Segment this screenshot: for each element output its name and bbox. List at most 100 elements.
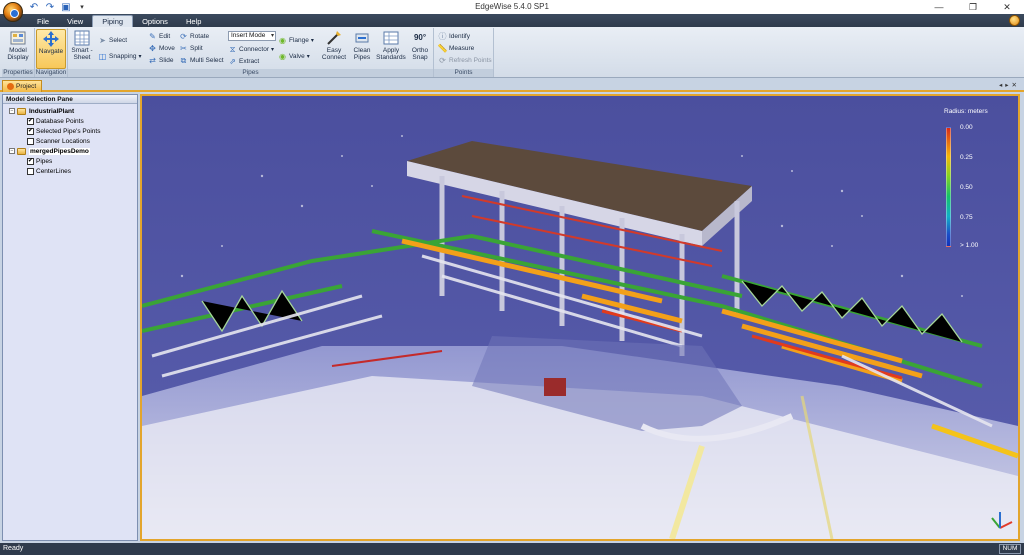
tree-item-pipes[interactable]: ✔ Pipes [3,156,137,166]
checkbox-pipes[interactable]: ✔ [27,157,34,165]
folder-icon [17,147,26,155]
select-button[interactable]: ➤ Select [98,35,127,46]
project-icon [7,83,14,90]
ortho-snap-icon: 90° [413,33,427,42]
tab-project[interactable]: Project [2,80,43,92]
document-tab-strip: Project ◂▸✕ [0,78,1024,92]
tree-node-industrialplant[interactable]: − IndustrialPlant [3,106,137,116]
collapse-icon[interactable]: − [9,148,15,154]
help-icon[interactable] [1009,15,1020,26]
pane-title: Model Selection Pane [3,95,137,104]
measure-button[interactable]: 📏 Measure [437,43,475,54]
clean-pipes-icon [353,29,371,46]
status-bar: Ready NUM [0,543,1024,555]
legend-tick: 0.00 [960,124,973,131]
tab-help[interactable]: Help [177,15,210,27]
axis-triad-icon [991,512,1013,529]
smart-sheet-button[interactable]: Smart - Sheet [69,29,95,69]
slide-icon: ⇄ [149,56,156,65]
split-icon: ✂ [180,44,187,53]
close-icon[interactable]: ✕ [990,0,1024,14]
tree-item-centerlines[interactable]: CenterLines [3,166,137,176]
move-icon: ✥ [149,44,156,53]
ortho-snap-button[interactable]: 90° Ortho Snap [407,29,433,69]
group-label-pipes: Pipes [68,69,433,77]
group-points: ⓘ Identify 📏 Measure ⟳ Refresh Points Po… [434,28,494,77]
legend-tick: 0.25 [960,154,973,161]
checkbox-selected-pipes-points[interactable]: ✔ [27,127,34,135]
legend-tick: 0.50 [960,184,973,191]
group-navigation: Navgate Navigation [35,28,68,77]
tab-view[interactable]: View [58,15,92,27]
checkbox-scanner-locations[interactable] [27,137,34,145]
undo-icon[interactable]: ↶ [28,1,40,13]
num-lock-indicator: NUM [999,544,1021,554]
tab-file[interactable]: File [28,15,58,27]
navigate-button[interactable]: Navgate [36,29,66,69]
save-icon[interactable]: ▣ [60,1,72,13]
tab-piping[interactable]: Piping [92,15,134,27]
identify-button[interactable]: ⓘ Identify [438,31,470,42]
menu-tabs: File View Piping Options Help [0,14,1024,27]
group-pipes: Smart - Sheet ➤ Select ◫ Snapping ▾ ✎ Ed… [68,28,434,77]
refresh-points-button[interactable]: ⟳ Refresh Points [438,55,492,66]
folder-icon [17,107,26,115]
easy-connect-button[interactable]: Easy Connect [320,29,348,69]
snapping-icon: ◫ [98,52,107,61]
dropdown-arrow-icon: ▾ [271,47,275,53]
restore-icon[interactable]: ❐ [956,0,990,14]
rotate-icon: ⟳ [180,32,187,41]
identify-icon: ⓘ [438,32,447,41]
slide-button[interactable]: ⇄ Slide [148,55,173,66]
tree-node-mergedpipesdemo[interactable]: − mergedPipesDemo [3,146,137,156]
minimize-icon[interactable]: — [922,0,956,14]
edit-button[interactable]: ✎ Edit [148,31,170,42]
rotate-button[interactable]: ⟳ Rotate [179,31,209,42]
tab-options[interactable]: Options [133,15,177,27]
radius-legend: Radius: meters 0.00 0.25 0.50 0.75 > 1.0… [932,108,1012,249]
dropdown-arrow-icon: ▾ [138,54,142,60]
model-display-icon [9,29,27,46]
apply-standards-button[interactable]: Apply Standards [376,29,406,69]
connector-icon: ⧖ [229,44,236,54]
window-controls: — ❐ ✕ [922,0,1024,14]
insert-mode-select[interactable]: Insert Mode [228,31,276,41]
group-label-properties: Properties [2,69,34,77]
flange-button[interactable]: ◉ Flange ▾ [278,35,314,46]
multi-select-icon: ⧉ [180,55,187,65]
valve-button[interactable]: ◉ Valve ▾ [278,51,310,62]
window-title: EdgeWise 5.4.0 SP1 [475,2,549,11]
quick-access-toolbar: ↶ ↷ ▣ ▾ [28,1,88,13]
measure-ruler-icon: 📏 [437,44,448,53]
spreadsheet-icon [73,29,91,46]
tree-item-scanner-locations[interactable]: Scanner Locations [3,136,137,146]
flange-icon: ◉ [279,36,286,45]
clean-pipes-button[interactable]: Clean Pipes [349,29,375,69]
red-machine [544,378,566,396]
connector-button[interactable]: ⧖ Connector ▾ [228,44,274,55]
3d-viewport[interactable]: Radius: meters 0.00 0.25 0.50 0.75 > 1.0… [140,94,1020,541]
tab-strip-controls[interactable]: ◂▸✕ [999,81,1020,89]
checkbox-database-points[interactable]: ✔ [27,117,34,125]
move-button[interactable]: ✥ Move [148,43,175,54]
select-cursor-icon: ➤ [99,36,106,45]
dropdown-arrow-icon: ▾ [306,54,310,60]
multi-select-button[interactable]: ⧉ Multi Select [179,55,224,66]
legend-color-bar [946,127,951,247]
tree-item-selected-pipes-points[interactable]: ✔ Selected Pipe's Points [3,126,137,136]
status-text: Ready [3,545,24,552]
collapse-icon[interactable]: − [9,108,15,114]
split-button[interactable]: ✂ Split [179,43,203,54]
edit-pencil-icon: ✎ [149,32,156,41]
snapping-button[interactable]: ◫ Snapping ▾ [98,51,142,62]
easy-connect-icon [325,29,343,46]
model-display-button[interactable]: Model Display [3,29,33,69]
redo-icon[interactable]: ↷ [44,1,56,13]
app-menu-icon[interactable] [3,2,23,22]
extract-button[interactable]: ⇗ Extract [228,56,259,67]
tree-item-database-points[interactable]: ✔ Database Points [3,116,137,126]
group-label-navigation: Navigation [35,69,67,77]
model-tree: − IndustrialPlant ✔ Database Points ✔ Se… [3,104,137,176]
checkbox-centerlines[interactable] [27,167,34,175]
customize-qat-icon[interactable]: ▾ [76,1,88,13]
